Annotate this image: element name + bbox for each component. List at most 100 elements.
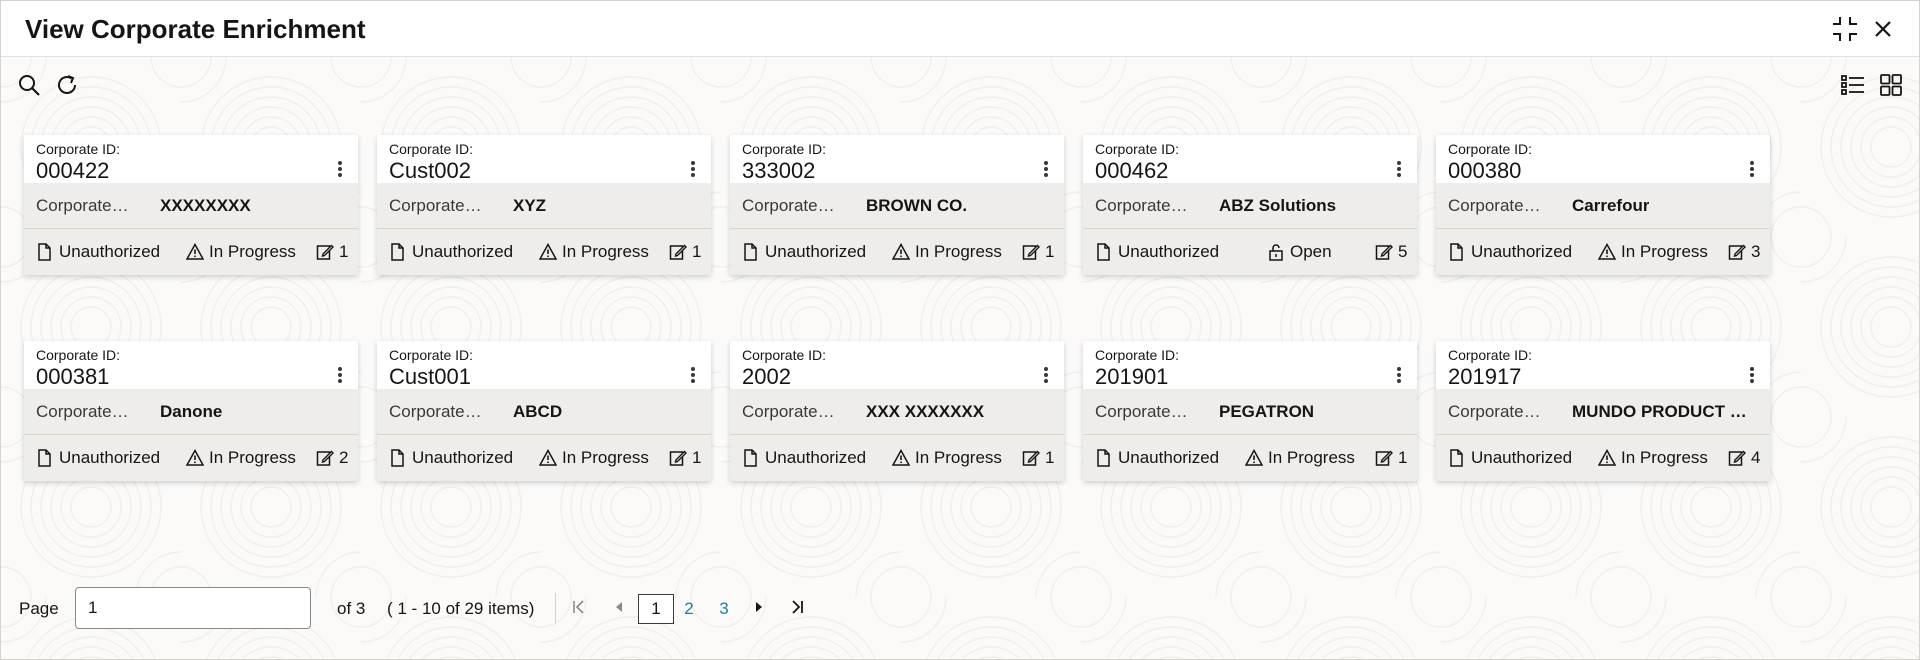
- corporate-card[interactable]: Corporate ID: 333002 Corporate… BROWN CO. Un…: [730, 135, 1064, 275]
- card-header: Corporate ID: 000462: [1083, 135, 1417, 183]
- modification-count: 1: [1022, 448, 1054, 468]
- corporate-card[interactable]: Corporate ID: Cust001 Corporate… ABCD Unauth…: [377, 341, 711, 481]
- collapse-button[interactable]: [1831, 15, 1859, 43]
- card-menu-button[interactable]: [1748, 367, 1756, 385]
- kebab-icon: [338, 167, 342, 171]
- kebab-icon: [338, 379, 342, 383]
- modification-count: 1: [669, 242, 701, 262]
- authorization-status: Unauthorized: [742, 448, 866, 468]
- modification-count-text: 2: [339, 448, 349, 467]
- corporate-name-label: Corporate…: [1448, 402, 1541, 421]
- kebab-icon: [1397, 373, 1401, 377]
- corporate-id-value: Cust002: [389, 158, 471, 183]
- kebab-icon: [1750, 367, 1754, 371]
- warning-icon: [1598, 449, 1616, 466]
- record-status: In Progress: [1598, 242, 1708, 262]
- edit-icon: [1728, 450, 1746, 466]
- edit-icon: [1728, 244, 1746, 260]
- card-header: Corporate ID: 000381: [24, 341, 358, 389]
- corporate-card[interactable]: Corporate ID: 000462 Corporate… ABZ Solutio…: [1083, 135, 1417, 275]
- close-icon: [1875, 21, 1891, 37]
- refresh-button[interactable]: [53, 71, 81, 99]
- authorization-status-text: Unauthorized: [412, 242, 514, 261]
- kebab-icon: [1397, 379, 1401, 383]
- card-menu-button[interactable]: [1042, 367, 1050, 385]
- search-button[interactable]: [15, 71, 43, 99]
- modification-count: 5: [1375, 242, 1407, 262]
- record-status: In Progress: [539, 242, 649, 262]
- list-view-button[interactable]: [1839, 71, 1867, 99]
- kebab-icon: [1044, 367, 1048, 371]
- next-page-button[interactable]: [747, 595, 771, 619]
- corporate-id-label: Corporate ID:: [36, 347, 121, 363]
- pagination: Page of 3 ( 1 - 10 of 29 items) 1 2 3: [1, 585, 1919, 629]
- modification-count: 4: [1728, 448, 1760, 468]
- page-3-button[interactable]: 3: [713, 594, 735, 624]
- card-menu-button[interactable]: [1395, 161, 1403, 179]
- page-2-button[interactable]: 2: [678, 594, 700, 624]
- corporate-name-label: Corporate…: [36, 196, 129, 215]
- authorization-status-text: Unauthorized: [1118, 242, 1220, 261]
- corporate-name-value: BROWN CO.: [866, 196, 968, 215]
- page-input[interactable]: [75, 587, 311, 629]
- card-menu-button[interactable]: [336, 161, 344, 179]
- previous-page-button[interactable]: [607, 595, 631, 619]
- grid-view-button[interactable]: [1877, 71, 1905, 99]
- card-status-row: Unauthorized In Progress 2: [24, 435, 358, 481]
- grid-view-icon: [1880, 74, 1902, 96]
- card-header: Corporate ID: 2002: [730, 341, 1064, 389]
- kebab-icon: [691, 161, 695, 165]
- card-menu-button[interactable]: [689, 161, 697, 179]
- corporate-card[interactable]: Corporate ID: Cust002 Corporate… XYZ Unautho…: [377, 135, 711, 275]
- card-menu-button[interactable]: [1748, 161, 1756, 179]
- card-status-row: Unauthorized Open 5: [1083, 229, 1417, 275]
- card-status-row: Unauthorized In Progress 1: [377, 435, 711, 481]
- corporate-name-label: Corporate…: [742, 196, 835, 215]
- modification-count-text: 1: [692, 242, 702, 261]
- authorization-status-text: Unauthorized: [765, 448, 867, 467]
- kebab-icon: [691, 373, 695, 377]
- document-icon: [1450, 243, 1463, 261]
- corporate-card[interactable]: Corporate ID: 201901 Corporate… PEGATRON Una…: [1083, 341, 1417, 481]
- corporate-card[interactable]: Corporate ID: 2002 Corporate… XXX XXXXXXX Un…: [730, 341, 1064, 481]
- last-page-button[interactable]: [785, 595, 809, 619]
- corporate-card[interactable]: Corporate ID: 000380 Corporate… Carrefour Un…: [1436, 135, 1770, 275]
- kebab-icon: [691, 379, 695, 383]
- record-status-text: In Progress: [209, 242, 296, 261]
- corporate-card[interactable]: Corporate ID: 000381 Corporate… Danone Unaut…: [24, 341, 358, 481]
- authorization-status: Unauthorized: [389, 448, 513, 468]
- authorization-status: Unauthorized: [389, 242, 513, 262]
- card-header: Corporate ID: 201901: [1083, 341, 1417, 389]
- corporate-name-label: Corporate…: [1095, 402, 1188, 421]
- modification-count-text: 4: [1751, 448, 1761, 467]
- card-menu-button[interactable]: [689, 367, 697, 385]
- search-icon: [19, 75, 40, 96]
- page-1-button[interactable]: 1: [638, 594, 674, 624]
- record-status: In Progress: [892, 242, 1002, 262]
- kebab-icon: [1750, 373, 1754, 377]
- kebab-icon: [691, 173, 695, 177]
- corporate-card[interactable]: Corporate ID: 000422 Corporate… XXXXXXXX Una…: [24, 135, 358, 275]
- kebab-icon: [1750, 379, 1754, 383]
- warning-icon: [892, 243, 910, 260]
- kebab-icon: [1397, 173, 1401, 177]
- corporate-card[interactable]: Corporate ID: 201917 Corporate… MUNDO PRODU…: [1436, 341, 1770, 481]
- record-status: Open: [1267, 242, 1332, 262]
- card-menu-button[interactable]: [1042, 161, 1050, 179]
- card-menu-button[interactable]: [1395, 367, 1403, 385]
- kebab-icon: [1044, 379, 1048, 383]
- corporate-name-label: Corporate…: [1448, 196, 1541, 215]
- kebab-icon: [338, 367, 342, 371]
- record-status-text: In Progress: [562, 448, 649, 467]
- close-button[interactable]: [1869, 15, 1897, 43]
- first-page-button[interactable]: [567, 595, 591, 619]
- document-icon: [38, 243, 51, 261]
- kebab-icon: [1750, 173, 1754, 177]
- corporate-name-value: XXX XXXXXXX: [866, 402, 985, 421]
- authorization-status: Unauthorized: [1448, 242, 1572, 262]
- card-menu-button[interactable]: [336, 367, 344, 385]
- kebab-icon: [691, 367, 695, 371]
- warning-icon: [1245, 449, 1263, 466]
- warning-icon: [1598, 243, 1616, 260]
- corporate-name-label: Corporate…: [1095, 196, 1188, 215]
